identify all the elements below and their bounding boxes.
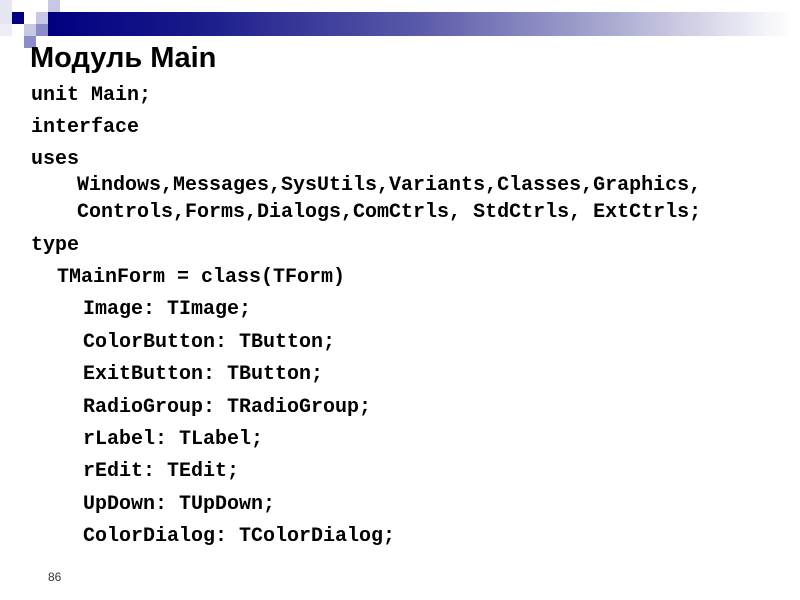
code-line: Image: TImage; — [83, 298, 252, 321]
code-line: TMainForm = class(TForm) — [57, 266, 346, 289]
deco-square — [48, 0, 60, 12]
code-line: RadioGroup: TRadioGroup; — [83, 396, 372, 419]
code-line: ColorButton: TButton; — [83, 331, 336, 354]
code-line: interface — [31, 116, 140, 139]
code-line: ColorDialog: TColorDialog; — [83, 525, 396, 548]
code-line: ExitButton: TButton; — [83, 363, 324, 386]
code-line: UpDown: TUpDown; — [83, 493, 276, 516]
deco-square — [24, 24, 36, 36]
code-line: rEdit: TEdit; — [83, 460, 240, 483]
code-line: type — [31, 234, 80, 257]
code-line: Controls,Forms,Dialogs,ComCtrls, StdCtrl… — [77, 201, 702, 224]
page-number: 86 — [48, 570, 62, 584]
deco-square — [0, 24, 12, 36]
deco-square — [0, 12, 12, 24]
header-gradient-bar — [48, 12, 792, 36]
deco-square — [0, 0, 12, 12]
deco-square — [36, 12, 48, 24]
code-line: Windows,Messages,SysUtils,Variants,Class… — [77, 174, 702, 197]
deco-square — [12, 12, 24, 24]
slide-title: Модуль Main — [30, 42, 217, 74]
code-line: unit Main; — [31, 84, 152, 107]
code-line: uses — [31, 148, 80, 171]
code-line: rLabel: TLabel; — [83, 428, 264, 451]
deco-square — [36, 24, 48, 36]
